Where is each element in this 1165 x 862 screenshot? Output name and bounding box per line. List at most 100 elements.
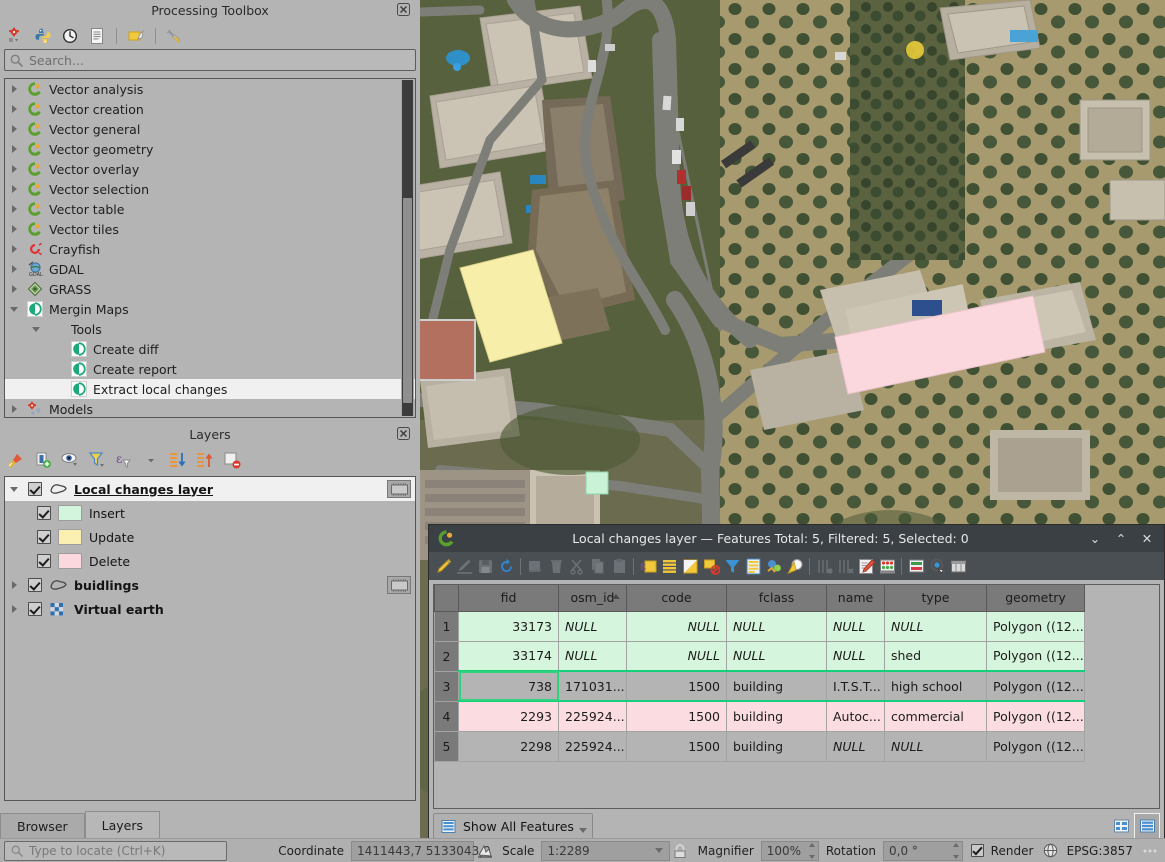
attribute-table-grid[interactable]: fid osm_id code fclass name type geometry 1 331… [433,584,1160,809]
close-icon[interactable] [397,3,412,18]
toolbox-item-tools[interactable]: Tools [5,319,415,339]
layer-visibility-checkbox[interactable] [28,578,42,592]
table-row[interactable]: 1 33173 NULL NULL NULL NULL NULL Polygon ((12..… [434,610,1159,642]
toolbox-item-create-diff[interactable]: Create diff [5,339,415,359]
expand-all-icon[interactable] [166,448,190,471]
attribute-table-footer[interactable]: Show All Features [433,811,1160,841]
column-header-osm_id[interactable]: osm_id [558,585,627,612]
close-icon[interactable] [397,427,412,442]
collapse-all-icon[interactable] [193,448,217,471]
remove-layer-icon[interactable] [220,448,244,471]
layer-visibility-checkbox[interactable] [37,506,51,520]
cell-geometry[interactable]: Polygon ((12.... [986,730,1085,762]
layer-item-update[interactable]: Update [5,525,415,549]
chevron-right-icon[interactable] [9,243,21,255]
layer-edit-badge-icon[interactable] [387,480,411,498]
actions-icon[interactable] [927,555,947,577]
cell-osm_id[interactable]: 225924... [558,730,627,762]
row-number[interactable]: 5 [434,730,459,762]
layer-item-buidlings[interactable]: buidlings [5,573,415,597]
messages-icon[interactable] [1140,839,1161,862]
toggle-editing-icon[interactable] [433,555,453,577]
toolbox-item-gdal[interactable]: GDAL GDAL [5,259,415,279]
status-bar[interactable]: Type to locate (Ctrl+K) Coordinate 14114… [0,838,1165,862]
row-number[interactable]: 3 [434,670,459,702]
toolbox-item-vector-geometry[interactable]: Vector geometry [5,139,415,159]
layer-visibility-checkbox[interactable] [28,482,42,496]
cell-name[interactable]: NULL [826,640,885,672]
toolbox-item-vector-overlay[interactable]: Vector overlay [5,159,415,179]
chevron-right-icon[interactable] [9,203,21,215]
crs-icon[interactable] [1040,839,1059,862]
manage-visibility-icon[interactable] [58,448,82,471]
chevron-right-icon[interactable] [9,103,21,115]
render-checkbox[interactable] [971,844,984,857]
close-button[interactable]: ✕ [1134,527,1160,551]
cell-osm_id[interactable]: NULL [558,640,627,672]
locator-input[interactable]: Type to locate (Ctrl+K) [4,840,228,861]
chevron-right-icon[interactable] [9,83,21,95]
invert-selection-icon[interactable] [680,555,700,577]
cell-type[interactable]: NULL [884,610,987,642]
table-row[interactable]: 2 33174 NULL NULL NULL NULL shed Polygon ((12..… [434,640,1159,672]
chevron-right-icon[interactable] [9,123,21,135]
add-group-icon[interactable] [31,448,55,471]
multi-edit-icon[interactable] [906,555,926,577]
toolbox-item-vector-creation[interactable]: Vector creation [5,99,415,119]
cell-fclass[interactable]: NULL [726,640,827,672]
expression-filter-icon[interactable]: ε [112,448,136,471]
toolbox-item-vector-table[interactable]: Vector table [5,199,415,219]
reload-table-icon[interactable] [496,555,516,577]
attribute-table-titlebar[interactable]: Local changes layer — Features Total: 5,… [429,525,1164,552]
cell-osm_id[interactable]: 171031... [558,670,627,702]
cell-code[interactable]: 1500 [626,700,727,732]
row-number[interactable]: 1 [434,610,459,642]
table-view-icon[interactable] [1134,813,1160,839]
chevron-right-icon[interactable] [9,283,21,295]
toolbox-item-grass[interactable]: GRASS [5,279,415,299]
layers-tree[interactable]: Local changes layer Insert Update Delete bui… [4,476,416,801]
table-row[interactable]: 5 2298 225924... 1500 building NULL NULL Polygo… [434,730,1159,762]
options-icon[interactable] [163,24,187,47]
spin-up-icon[interactable] [808,842,815,847]
chevron-right-icon[interactable] [9,143,21,155]
cell-fclass[interactable]: building [726,700,827,732]
chevron-right-icon[interactable] [9,579,21,591]
toolbox-item-vector-selection[interactable]: Vector selection [5,179,415,199]
python-console-icon[interactable] [31,24,55,47]
toolbox-item-mergin-maps[interactable]: Mergin Maps [5,299,415,319]
toggle-extents-icon[interactable] [474,839,495,862]
spin-up-icon[interactable] [953,842,960,847]
cell-type[interactable]: high school [884,670,987,702]
column-header-name[interactable]: name [826,585,885,612]
layer-edit-badge-icon[interactable] [387,576,411,594]
scale-combo[interactable]: 1:2289 [541,840,670,861]
crs-value[interactable]: EPSG:3857 [1060,844,1140,858]
cell-geometry[interactable]: Polygon ((12.... [986,670,1085,702]
column-header-geometry[interactable]: geometry [986,585,1085,612]
toolbox-scrollbar-thumb[interactable] [403,198,412,403]
run-model-icon[interactable] [4,24,28,47]
filter-legend-icon[interactable] [85,448,109,471]
edit-model-icon[interactable] [124,24,148,47]
tab-layers[interactable]: Layers [84,811,161,838]
select-by-form-icon[interactable] [743,555,763,577]
cell-type[interactable]: NULL [884,730,987,762]
attribute-table-toolbar[interactable]: ε [429,552,1164,580]
cell-code[interactable]: 1500 [626,670,727,702]
spin-down-icon[interactable] [953,854,960,859]
chevron-down-icon[interactable] [31,323,43,335]
toolbox-item-extract-local-changes[interactable]: Extract local changes [5,379,415,399]
layer-item-local-changes-layer[interactable]: Local changes layer [5,477,415,501]
column-header-fclass[interactable]: fclass [726,585,827,612]
form-view-icon[interactable] [1108,813,1134,839]
chevron-right-icon[interactable] [9,403,21,415]
cell-fid[interactable]: 33173 [458,610,559,642]
chevron-right-icon[interactable] [9,223,21,235]
layers-panel-toolbar[interactable]: ε [0,446,420,473]
cell-osm_id[interactable]: 225924... [558,700,627,732]
row-number[interactable]: 4 [434,700,459,732]
chevron-down-icon[interactable] [9,303,21,315]
magnifier-spinbox[interactable]: 100% [760,840,819,861]
results-viewer-icon[interactable] [85,24,109,47]
